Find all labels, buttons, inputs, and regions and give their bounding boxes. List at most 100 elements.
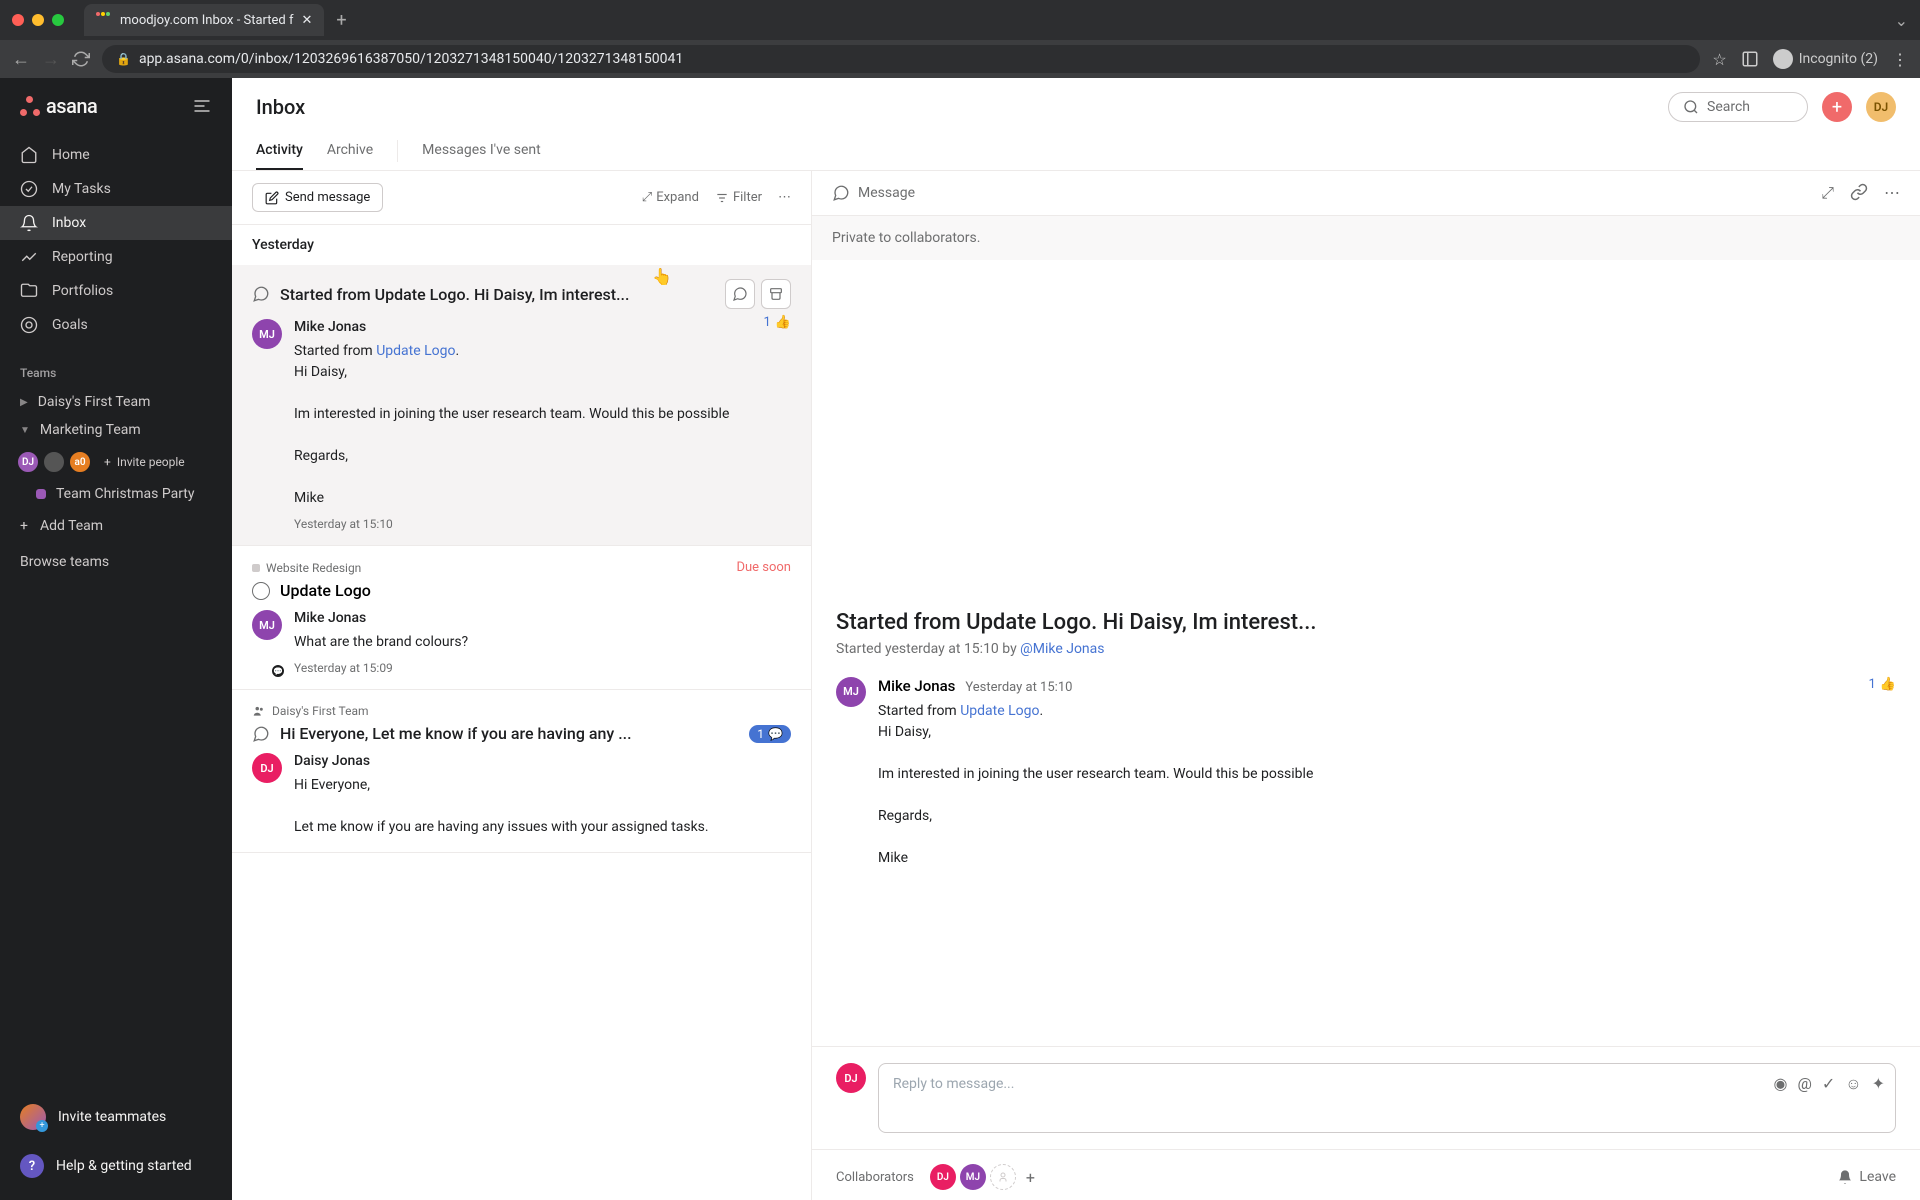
- message-time: Yesterday at 15:10: [294, 517, 791, 531]
- author-avatar[interactable]: MJ: [252, 319, 282, 349]
- nav-inbox[interactable]: Inbox: [0, 206, 232, 240]
- forward-button[interactable]: →: [42, 49, 60, 70]
- author-avatar[interactable]: MJ: [836, 677, 866, 707]
- add-team-button[interactable]: + Add Team: [0, 508, 232, 544]
- member-avatar[interactable]: DJ: [16, 450, 40, 474]
- bell-icon: [1837, 1169, 1853, 1185]
- asana-logo[interactable]: asana: [20, 94, 97, 118]
- bookmark-icon[interactable]: ☆: [1712, 50, 1726, 69]
- author-name[interactable]: Mike Jonas: [294, 319, 791, 335]
- team-daisys-first[interactable]: ▶ Daisy's First Team: [0, 388, 232, 416]
- nav-reporting[interactable]: Reporting: [0, 240, 232, 274]
- emoji-icon[interactable]: ☺: [1845, 1074, 1861, 1094]
- project-tag[interactable]: Website Redesign Due soon: [252, 560, 791, 575]
- teams-header: Teams: [0, 346, 232, 388]
- star-icon[interactable]: ✦: [1872, 1074, 1885, 1094]
- inbox-toolbar: Send message ⤢ Expand Filter ⋯: [232, 171, 811, 225]
- nav-portfolios[interactable]: Portfolios: [0, 274, 232, 308]
- comment-icon: 💬: [768, 727, 783, 741]
- tab-activity[interactable]: Activity: [256, 132, 303, 170]
- like-badge[interactable]: 1 👍: [1869, 677, 1897, 692]
- send-message-label: Send message: [285, 190, 370, 205]
- author-avatar[interactable]: MJ: [252, 610, 282, 640]
- nav-home[interactable]: Home: [0, 138, 232, 172]
- send-message-button[interactable]: Send message: [252, 183, 383, 212]
- tab-messages-sent[interactable]: Messages I've sent: [422, 132, 541, 170]
- bookmark-action-button[interactable]: [725, 279, 755, 309]
- archive-action-button[interactable]: [761, 279, 791, 309]
- tabs-dropdown-icon[interactable]: ⌄: [1895, 11, 1908, 30]
- like-badge[interactable]: 1 👍: [764, 315, 792, 330]
- expand-button[interactable]: ⤢ Expand: [642, 190, 699, 205]
- like-count: 1: [764, 315, 771, 330]
- author-name[interactable]: Mike Jonas: [878, 677, 955, 695]
- nav-my-tasks[interactable]: My Tasks: [0, 172, 232, 206]
- author-link[interactable]: @Mike Jonas: [1020, 641, 1104, 657]
- author-name[interactable]: Mike Jonas: [294, 610, 791, 626]
- user-avatar[interactable]: DJ: [1866, 92, 1896, 122]
- task-link[interactable]: Update Logo: [960, 703, 1039, 719]
- tabs: Activity Archive Messages I've sent: [256, 132, 1896, 170]
- message-body: Started from Update Logo. Hi Daisy, Im i…: [294, 341, 791, 509]
- collaborator-placeholder[interactable]: [990, 1164, 1016, 1190]
- record-icon[interactable]: ◉: [1774, 1074, 1788, 1094]
- member-avatar[interactable]: [42, 450, 66, 474]
- window-maximize-dot[interactable]: [52, 14, 64, 26]
- more-icon[interactable]: ⋯: [1884, 183, 1900, 203]
- comment-count: 1: [757, 727, 764, 741]
- author-avatar[interactable]: DJ: [252, 753, 282, 783]
- mention-icon[interactable]: @: [1797, 1074, 1811, 1094]
- team-tag[interactable]: Daisy's First Team: [252, 704, 791, 718]
- add-collaborator-button[interactable]: +: [1026, 1168, 1035, 1187]
- window-close-dot[interactable]: [12, 14, 24, 26]
- task-check-icon[interactable]: [252, 582, 270, 600]
- leave-label: Leave: [1859, 1169, 1896, 1185]
- task-link[interactable]: Update Logo: [376, 343, 455, 359]
- filter-button[interactable]: Filter: [715, 190, 762, 205]
- collaborators-label: Collaborators: [836, 1170, 914, 1185]
- target-icon: [20, 316, 38, 334]
- reply-input[interactable]: Reply to message... ◉ @ ✓ ☺ ✦: [878, 1063, 1896, 1133]
- team-marketing[interactable]: ▼ Marketing Team +: [0, 416, 232, 444]
- help-button[interactable]: ? Help & getting started: [0, 1142, 232, 1190]
- reload-button[interactable]: [72, 50, 90, 68]
- new-tab-button[interactable]: +: [336, 10, 346, 31]
- comment-badge-icon: 💬: [270, 663, 286, 679]
- invite-people-link[interactable]: + Invite people: [104, 455, 185, 469]
- nav-my-tasks-label: My Tasks: [52, 181, 111, 197]
- window-minimize-dot[interactable]: [32, 14, 44, 26]
- panel-icon[interactable]: [1741, 50, 1759, 68]
- tab-archive[interactable]: Archive: [327, 132, 373, 170]
- comment-count-badge: 1 💬: [749, 725, 791, 743]
- project-christmas-party[interactable]: Team Christmas Party: [0, 480, 232, 508]
- task-icon[interactable]: ✓: [1822, 1074, 1835, 1094]
- browser-menu-icon[interactable]: ⋮: [1892, 50, 1908, 69]
- invite-teammates-button[interactable]: + Invite teammates: [0, 1092, 232, 1142]
- inbox-item[interactable]: Daisy's First Team Hi Everyone, Let me k…: [232, 690, 811, 853]
- fullscreen-icon[interactable]: ⤢: [1821, 183, 1834, 203]
- tab-divider: [397, 140, 398, 162]
- url-bar[interactable]: 🔒 app.asana.com/0/inbox/1203269616387050…: [102, 45, 1700, 73]
- member-avatar[interactable]: a0: [68, 450, 92, 474]
- collaborator-avatar[interactable]: DJ: [930, 1164, 956, 1190]
- url-text: app.asana.com/0/inbox/1203269616387050/1…: [139, 51, 683, 67]
- sidebar: asana Home My Tasks Inbox Reporting: [0, 78, 232, 1200]
- leave-button[interactable]: Leave: [1837, 1169, 1896, 1185]
- nav-goals[interactable]: Goals: [0, 308, 232, 342]
- author-name[interactable]: Daisy Jonas: [294, 753, 791, 769]
- browse-teams-label: Browse teams: [20, 554, 109, 570]
- incognito-badge[interactable]: Incognito (2): [1773, 49, 1878, 69]
- more-icon[interactable]: ⋯: [778, 190, 791, 205]
- tab-close-icon[interactable]: ✕: [302, 13, 313, 28]
- create-button[interactable]: +: [1822, 92, 1852, 122]
- inbox-item[interactable]: Website Redesign Due soon Update Logo MJ…: [232, 546, 811, 690]
- back-button[interactable]: ←: [12, 49, 30, 70]
- copy-link-icon[interactable]: [1850, 183, 1868, 203]
- plus-icon: +: [104, 455, 111, 469]
- inbox-item[interactable]: Started from Update Logo. Hi Daisy, Im i…: [232, 265, 811, 546]
- search-input[interactable]: Search: [1668, 92, 1808, 122]
- browse-teams-button[interactable]: Browse teams: [0, 544, 232, 580]
- collapse-sidebar-icon[interactable]: [192, 96, 212, 116]
- collaborator-avatar[interactable]: MJ: [960, 1164, 986, 1190]
- browser-tab[interactable]: moodjoy.com Inbox - Started f ✕: [84, 4, 324, 36]
